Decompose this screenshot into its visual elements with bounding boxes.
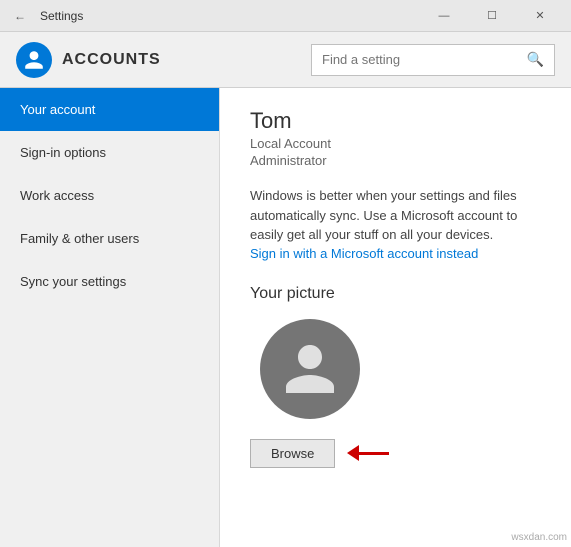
sidebar-item-sync[interactable]: Sync your settings [0, 260, 219, 303]
avatar [260, 319, 360, 419]
search-input[interactable] [322, 52, 527, 67]
sign-in-link[interactable]: Sign in with a Microsoft account instead [250, 246, 478, 261]
user-role: Administrator [250, 153, 541, 168]
back-icon: ← [14, 9, 26, 23]
sidebar-item-your-account[interactable]: Your account [0, 88, 219, 131]
search-icon: 🔍 [527, 51, 544, 68]
title-bar-left: ← Settings [8, 4, 83, 28]
minimize-button[interactable]: — [421, 0, 467, 32]
title-bar-text: Settings [40, 9, 83, 23]
user-name: Tom [250, 108, 541, 134]
sidebar-item-family[interactable]: Family & other users [0, 217, 219, 260]
account-type: Local Account [250, 136, 541, 151]
title-bar: ← Settings — ☐ ✕ [0, 0, 571, 32]
sidebar: Your account Sign-in options Work access… [0, 88, 220, 547]
your-picture-title: Your picture [250, 285, 541, 303]
arrow-head [347, 445, 359, 461]
app-container: ACCOUNTS 🔍 Your account Sign-in options … [0, 32, 571, 547]
arrow-line [359, 452, 389, 455]
browse-area: Browse [250, 439, 541, 468]
watermark: wsxdan.com [511, 532, 567, 543]
sidebar-item-work-access[interactable]: Work access [0, 174, 219, 217]
back-button[interactable]: ← [8, 4, 32, 28]
sidebar-item-sign-in[interactable]: Sign-in options [0, 131, 219, 174]
arrow-indicator [347, 445, 389, 461]
page-title: ACCOUNTS [62, 51, 161, 69]
accounts-icon [16, 42, 52, 78]
close-button[interactable]: ✕ [517, 0, 563, 32]
main-content: Tom Local Account Administrator Windows … [220, 88, 571, 547]
restore-button[interactable]: ☐ [469, 0, 515, 32]
title-bar-controls: — ☐ ✕ [421, 0, 563, 32]
browse-button[interactable]: Browse [250, 439, 335, 468]
body: Your account Sign-in options Work access… [0, 88, 571, 547]
search-bar: 🔍 [311, 44, 555, 76]
sync-description: Windows is better when your settings and… [250, 186, 541, 245]
